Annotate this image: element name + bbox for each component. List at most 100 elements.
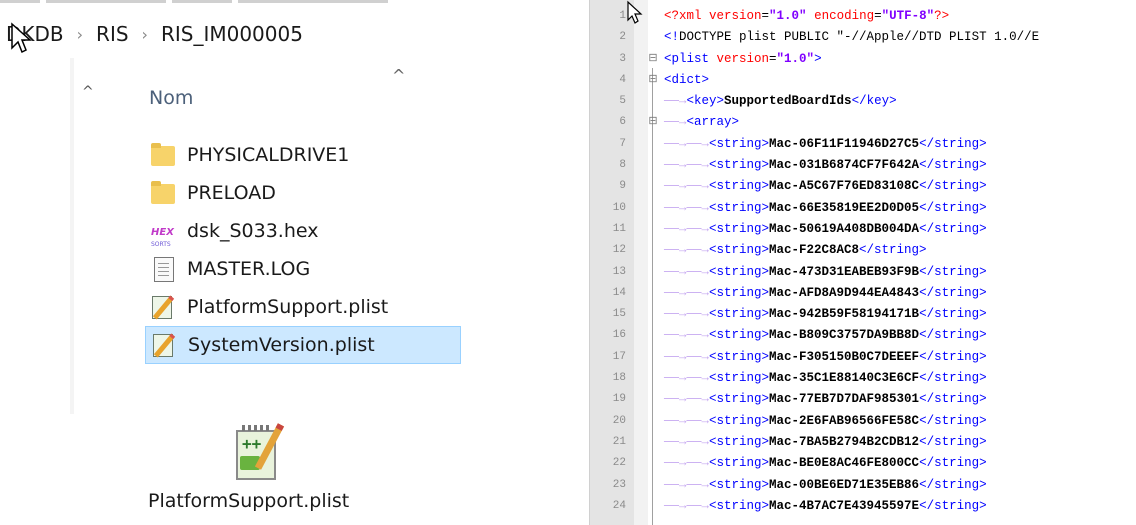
line-number: 19	[612, 393, 626, 406]
code-token-tag: </string>	[919, 477, 987, 492]
code-line[interactable]: 3 ⊟ <plist version="1.0">	[590, 49, 1136, 70]
code-line[interactable]: 15 ——→——→<string>Mac-942B59F58194171B</st…	[590, 304, 1136, 325]
code-token-tag: >	[814, 51, 822, 66]
code-line[interactable]: 9 ——→——→<string>Mac-A5C67F76ED83108C</str…	[590, 176, 1136, 197]
file-explorer: DKDB › RIS › RIS_IM000005 ^ ^ Nom PHYSIC…	[0, 0, 500, 525]
code-text: ——→——→<string>Mac-A5C67F76ED83108C</stri…	[664, 176, 987, 197]
code-token-txt: Mac-35C1E88140C3E6CF	[769, 371, 920, 386]
code-line[interactable]: 4 ⊟ <dict>	[590, 70, 1136, 91]
code-line[interactable]: 1 <?xml version="1.0" encoding="UTF-8"?>	[590, 6, 1136, 27]
code-token-tag: </string>	[919, 392, 987, 407]
chevron-up-icon[interactable]: ^	[82, 84, 94, 100]
code-token-txt: Mac-7BA5B2794B2CDB12	[769, 434, 920, 449]
code-token-txt: Mac-50619A408DB004DA	[769, 221, 920, 236]
code-line[interactable]: 6 ⊟ ——→<array>	[590, 112, 1136, 133]
line-number: 21	[612, 435, 626, 448]
code-line[interactable]: 19 ——→——→<string>Mac-77EB7D7DAF985301</st…	[590, 389, 1136, 410]
code-token-tag: </string>	[919, 328, 987, 343]
code-line[interactable]: 12 ——→——→<string>Mac-F22C8AC8</string>	[590, 240, 1136, 261]
line-number: 16	[612, 329, 626, 342]
code-token-tag: <string>	[709, 413, 770, 428]
code-token-dt: =	[761, 9, 770, 23]
breadcrumb-item-ris[interactable]: RIS	[96, 22, 129, 46]
code-line[interactable]: 16 ——→——→<string>Mac-B809C3757DA9BB8D</st…	[590, 325, 1136, 346]
code-token-txt: Mac-BE0E8AC46FE800CC	[769, 456, 920, 471]
code-token-tag: <string>	[709, 371, 770, 386]
code-text: <!DOCTYPE plist PUBLIC "-//Apple//DTD PL…	[664, 27, 1039, 48]
code-line[interactable]: 11 ——→——→<string>Mac-50619A408DB004DA</st…	[590, 219, 1136, 240]
code-token-tab: ——→——→	[664, 371, 710, 386]
line-number: 7	[619, 137, 626, 150]
line-number: 22	[612, 457, 626, 470]
code-line[interactable]: 21 ——→——→<string>Mac-7BA5B2794B2CDB12</st…	[590, 432, 1136, 453]
column-header-name[interactable]: Nom	[149, 87, 193, 109]
code-line[interactable]: 22 ——→——→<string>Mac-BE0E8AC46FE800CC</st…	[590, 453, 1136, 474]
code-line[interactable]: 23 ——→——→<string>Mac-00BE6ED71E35EB86</st…	[590, 475, 1136, 496]
code-token-tag: </string>	[919, 158, 987, 173]
file-row[interactable]: MASTER.LOG	[145, 250, 461, 288]
code-token-tag: </string>	[919, 264, 987, 279]
fold-toggle-icon[interactable]: ⊟	[646, 49, 660, 70]
notepad-file-icon	[151, 294, 177, 320]
code-text: ——→——→<string>Mac-66E35819EE2D0D05</stri…	[664, 198, 987, 219]
code-token-txt: Mac-66E35819EE2D0D05	[769, 200, 920, 215]
code-token-tag: <string>	[709, 200, 770, 215]
file-row[interactable]: SystemVersion.plist	[145, 326, 461, 364]
notepad-plus-plus-icon[interactable]: ++	[232, 422, 290, 482]
code-text: <dict>	[664, 70, 709, 91]
code-line[interactable]: 14 ——→——→<string>Mac-AFD8A9D944EA4843</st…	[590, 283, 1136, 304]
mouse-cursor-icon	[627, 0, 643, 24]
code-line[interactable]: 20 ——→——→<string>Mac-2E6FAB96566FE58C</st…	[590, 411, 1136, 432]
code-token-pi: <?xml	[664, 9, 710, 23]
code-token-tag: </string>	[919, 179, 987, 194]
code-text: ——→——→<string>Mac-00BE6ED71E35EB86</stri…	[664, 475, 987, 496]
code-token-val: "UTF-8"	[881, 9, 935, 23]
code-line[interactable]: 24 ——→——→<string>Mac-4B7AC7E43945597E</st…	[590, 496, 1136, 517]
chevron-right-icon: ›	[141, 24, 148, 44]
file-row[interactable]: PHYSICALDRIVE1	[145, 136, 461, 174]
code-text: ——→——→<string>Mac-06F11F11946D27C5</stri…	[664, 134, 987, 155]
code-token-tag: </string>	[919, 371, 987, 386]
hex-file-icon: HEX SORTS	[151, 227, 174, 249]
code-token-dt: =	[769, 51, 777, 66]
code-line[interactable]: 17 ——→——→<string>Mac-F305150B0C7DEEEF</st…	[590, 347, 1136, 368]
code-line[interactable]: 8 ——→——→<string>Mac-031B6874CF7F642A</str…	[590, 155, 1136, 176]
code-lines[interactable]: 1 <?xml version="1.0" encoding="UTF-8"?> 2…	[590, 6, 1136, 517]
code-token-tag: <string>	[709, 285, 770, 300]
line-number: 13	[612, 265, 626, 278]
fold-toggle-icon[interactable]: ⊟	[646, 70, 660, 91]
code-text: ——→<array>	[664, 112, 739, 133]
code-token-tab: ——→——→	[664, 264, 710, 279]
line-number: 24	[612, 499, 626, 512]
code-line[interactable]: 13 ——→——→<string>Mac-473D31EABEB93F9B</st…	[590, 262, 1136, 283]
code-line[interactable]: 10 ——→——→<string>Mac-66E35819EE2D0D05</st…	[590, 198, 1136, 219]
fold-toggle-icon[interactable]: ⊟	[646, 112, 660, 133]
code-line[interactable]: 7 ——→——→<string>Mac-06F11F11946D27C5</str…	[590, 134, 1136, 155]
code-token-tab: ——→——→	[664, 456, 710, 471]
code-token-tab: ——→——→	[664, 413, 710, 428]
code-text: ——→——→<string>Mac-50619A408DB004DA</stri…	[664, 219, 987, 240]
code-token-dt	[807, 9, 815, 23]
code-text: ——→——→<string>Mac-77EB7D7DAF985301</stri…	[664, 389, 987, 410]
sort-ascending-icon[interactable]: ^	[392, 66, 405, 85]
code-line[interactable]: 5 ——→<key>SupportedBoardIds</key>	[590, 91, 1136, 112]
code-token-tab: ——→——→	[664, 434, 710, 449]
file-row[interactable]: HEX SORTS dsk_S033.hex	[145, 212, 461, 250]
line-number: 11	[612, 222, 626, 235]
breadcrumb-item-ris-im000005[interactable]: RIS_IM000005	[161, 22, 303, 46]
code-line[interactable]: 18 ——→——→<string>Mac-35C1E88140C3E6CF</st…	[590, 368, 1136, 389]
code-token-tag: <string>	[709, 221, 770, 236]
file-name: SystemVersion.plist	[188, 334, 375, 356]
code-text: ——→——→<string>Mac-4B7AC7E43945597E</stri…	[664, 496, 987, 517]
code-token-dt: =	[874, 9, 882, 23]
code-editor[interactable]: 1 <?xml version="1.0" encoding="UTF-8"?> 2…	[589, 0, 1136, 525]
code-token-tab: ——→——→	[664, 392, 710, 407]
code-text: ——→——→<string>Mac-AFD8A9D944EA4843</stri…	[664, 283, 987, 304]
code-text: ——→——→<string>Mac-2E6FAB96566FE58C</stri…	[664, 411, 987, 432]
file-name: MASTER.LOG	[187, 258, 311, 280]
file-row[interactable]: PlatformSupport.plist	[145, 288, 461, 326]
code-text: ——→<key>SupportedBoardIds</key>	[664, 91, 897, 112]
code-line[interactable]: 2 <!DOCTYPE plist PUBLIC "-//Apple//DTD P…	[590, 27, 1136, 48]
file-row[interactable]: PRELOAD	[145, 174, 461, 212]
code-token-val: "1.0"	[776, 51, 815, 66]
